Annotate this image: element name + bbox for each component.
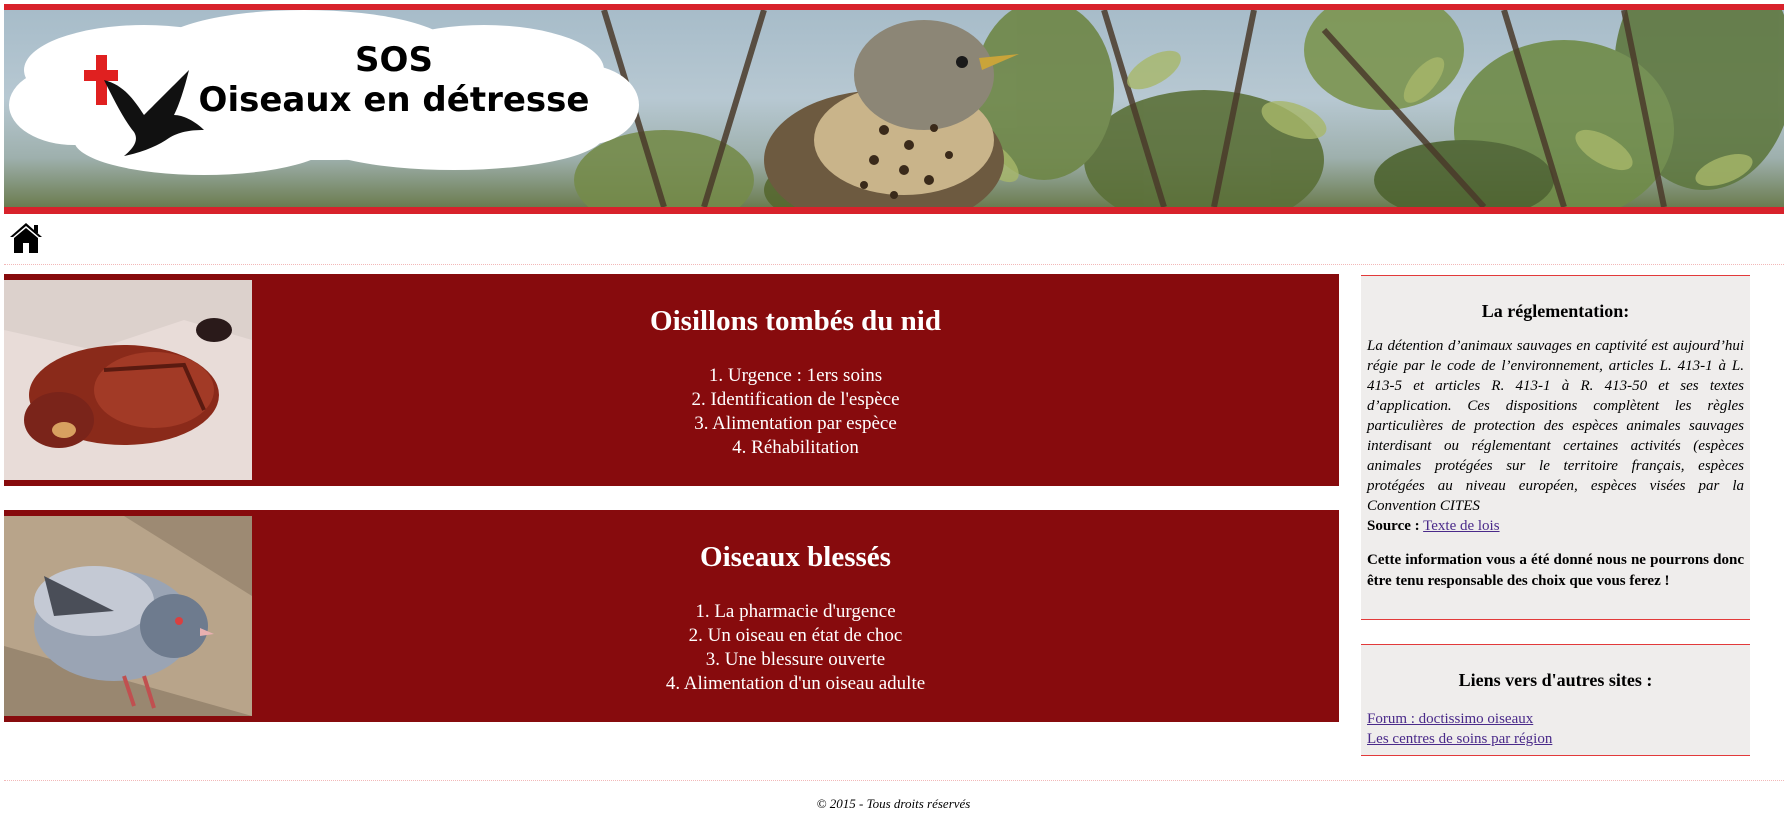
card-link[interactable]: 1. Urgence : 1ers soins bbox=[709, 365, 882, 386]
list-item[interactable]: 2. Un oiseau en état de choc bbox=[252, 624, 1339, 648]
list-item[interactable]: 3. Alimentation par espèce bbox=[252, 412, 1339, 436]
card-link[interactable]: 1. La pharmacie d'urgence bbox=[695, 601, 895, 622]
nav-bar bbox=[4, 216, 1784, 265]
card-link[interactable]: 4. Alimentation d'un oiseau adulte bbox=[666, 673, 925, 694]
card-list: 1. Urgence : 1ers soins 2. Identificatio… bbox=[252, 364, 1339, 460]
link-care-centers[interactable]: Les centres de soins par région bbox=[1367, 729, 1744, 749]
home-icon[interactable] bbox=[8, 220, 44, 256]
card-title: Oisillons tombés du nid bbox=[650, 305, 941, 337]
source-link[interactable]: Texte de lois bbox=[1423, 518, 1499, 534]
list-item[interactable]: 4. Réhabilitation bbox=[252, 436, 1339, 460]
card-injured-birds: Oiseaux blessés 1. La pharmacie d'urgenc… bbox=[4, 510, 1339, 722]
site-title: SOS Oiseaux en détresse bbox=[194, 40, 594, 120]
sidebar-links: Liens vers d'autres sites : Forum : doct… bbox=[1361, 644, 1750, 756]
regulation-text: La détention d’animaux sauvages en capti… bbox=[1367, 338, 1744, 514]
links-title: Liens vers d'autres sites : bbox=[1458, 670, 1653, 690]
source-label: Source : bbox=[1367, 518, 1420, 534]
list-item[interactable]: 4. Alimentation d'un oiseau adulte bbox=[252, 672, 1339, 696]
regulation-title: La réglementation: bbox=[1481, 301, 1630, 321]
sidebar-regulation: La réglementation: La détention d’animau… bbox=[1361, 275, 1750, 620]
thrush-bird bbox=[764, 20, 1019, 207]
list-item[interactable]: 1. La pharmacie d'urgence bbox=[252, 600, 1339, 624]
banner-photo: SOS Oiseaux en détresse bbox=[4, 10, 1784, 207]
source-line: Source : Texte de lois bbox=[1367, 516, 1744, 536]
pigeon-photo[interactable] bbox=[4, 516, 252, 716]
card-link[interactable]: 3. Une blessure ouverte bbox=[706, 649, 885, 670]
header-banner: SOS Oiseaux en détresse bbox=[4, 4, 1784, 214]
footer-divider bbox=[4, 780, 1784, 781]
link-doctissimo[interactable]: Forum : doctissimo oiseaux bbox=[1367, 709, 1744, 729]
card-body: Oiseaux blessés 1. La pharmacie d'urgenc… bbox=[252, 510, 1339, 722]
site-title-line2: Oiseaux en détresse bbox=[198, 80, 590, 120]
card-fallen-chicks: Oisillons tombés du nid 1. Urgence : 1er… bbox=[4, 274, 1339, 486]
list-item[interactable]: 3. Une blessure ouverte bbox=[252, 648, 1339, 672]
card-link[interactable]: 2. Un oiseau en état de choc bbox=[689, 625, 903, 646]
footer-copyright: © 2015 - Tous droits réservés bbox=[816, 796, 971, 811]
list-item[interactable]: 1. Urgence : 1ers soins bbox=[252, 364, 1339, 388]
card-link[interactable]: 2. Identification de l'espèce bbox=[691, 389, 899, 410]
card-link[interactable]: 4. Réhabilitation bbox=[732, 437, 859, 458]
card-link[interactable]: 3. Alimentation par espèce bbox=[694, 413, 897, 434]
site-title-line1: SOS bbox=[355, 40, 433, 80]
card-title: Oiseaux blessés bbox=[700, 541, 891, 573]
disclaimer: Cette information vous a été donné nous … bbox=[1367, 552, 1744, 589]
card-body: Oisillons tombés du nid 1. Urgence : 1er… bbox=[252, 274, 1339, 486]
links-list: Forum : doctissimo oiseaux Les centres d… bbox=[1367, 709, 1744, 749]
card-list: 1. La pharmacie d'urgence 2. Un oiseau e… bbox=[252, 600, 1339, 696]
list-item[interactable]: 2. Identification de l'espèce bbox=[252, 388, 1339, 412]
chick-photo[interactable] bbox=[4, 280, 252, 480]
